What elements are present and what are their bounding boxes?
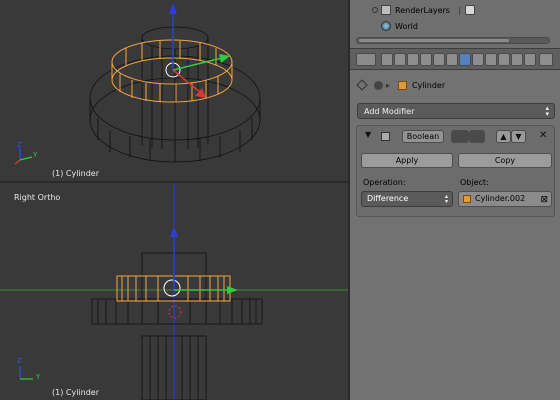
object-data-icon [374, 80, 383, 90]
show-render-button[interactable] [451, 130, 469, 143]
outliner-item-label: RenderLayers [395, 5, 450, 15]
move-up-button[interactable]: ▲ [496, 130, 511, 143]
separator: | [457, 5, 461, 15]
operation-label: Operation: [363, 178, 406, 187]
breadcrumb-object: Cylinder [412, 80, 446, 90]
close-icon[interactable]: ✕ [539, 130, 547, 141]
outliner[interactable]: RenderLayers | World [350, 0, 560, 48]
viewport-perspective[interactable]: Y Z (1) Cylinder [0, 0, 348, 181]
select-arrows-icon: ▴ ▾ [444, 193, 448, 205]
pivot-marker [168, 305, 182, 319]
render-layers-tab[interactable] [394, 53, 406, 66]
x-axis-handle [172, 69, 201, 93]
data-tab[interactable] [472, 53, 484, 66]
add-modifier-label: Add Modifier [364, 106, 415, 116]
modifier-name-field[interactable]: Boolean [402, 130, 444, 143]
texture-tab[interactable] [498, 53, 510, 66]
right-panel: RenderLayers | World ▸ Cylinder Add Modi… [348, 0, 560, 400]
ortho-base-wire [91, 298, 263, 325]
render-tab[interactable] [381, 53, 393, 66]
object-value: Cylinder.002 [475, 194, 526, 203]
breadcrumb: ▸ Cylinder [356, 78, 446, 92]
outliner-item[interactable]: World [350, 18, 560, 34]
perspective-wireframe [14, 3, 261, 165]
operation-select[interactable]: Difference ▴ ▾ [361, 191, 453, 207]
inner-cylinder-wire [141, 26, 209, 150]
copy-button[interactable]: Copy [458, 153, 552, 168]
overflow-tab[interactable] [539, 53, 553, 66]
properties-header [350, 48, 560, 70]
ortho-z-arrow [170, 226, 178, 237]
cube-icon [398, 80, 408, 90]
world-icon [381, 21, 391, 31]
axis-z-label: Z [17, 141, 22, 149]
axis-y-label-ortho: Y [36, 373, 41, 381]
object-field[interactable]: Cylinder.002 ⊠ [458, 191, 552, 207]
editor-type-button[interactable] [356, 53, 376, 66]
object-tab[interactable] [433, 53, 445, 66]
collapse-triangle-icon[interactable]: ▼ [365, 130, 371, 139]
dropdown-arrows-icon: ▴ ▾ [545, 104, 549, 118]
axis-gizmo [14, 148, 33, 165]
clear-field-icon[interactable]: ⊠ [540, 193, 548, 207]
apply-button[interactable]: Apply [361, 153, 453, 168]
particles-tab[interactable] [511, 53, 523, 66]
physics-tab[interactable] [524, 53, 536, 66]
pin-icon[interactable] [356, 79, 368, 91]
outliner-item-label: World [395, 21, 418, 31]
outliner-scrollbar[interactable] [356, 37, 550, 44]
constraints-tab[interactable] [446, 53, 458, 66]
breadcrumb-chevron-icon: ▸ [386, 80, 391, 90]
z-axis-arrow [169, 3, 177, 14]
world-tab[interactable] [420, 53, 432, 66]
ortho-y-arrow [227, 286, 238, 294]
move-down-button[interactable]: ▼ [511, 130, 526, 143]
axis-gizmo-ortho [19, 366, 33, 380]
modifiers-tab-wrench-icon[interactable] [459, 53, 471, 66]
outliner-item[interactable]: RenderLayers | [350, 2, 560, 18]
expand-toggle-icon[interactable] [372, 7, 378, 13]
3d-cursor-ortho [163, 279, 181, 297]
y-axis-arrow [219, 54, 230, 63]
modifier-header: ▼ Boolean ▲ ▼ ✕ [357, 126, 554, 146]
viewport-right-ortho[interactable]: Right Ortho Y Z (1) Cylinder [0, 183, 348, 400]
mesh-object-icon [463, 195, 471, 203]
boolean-modifier-icon [381, 132, 390, 141]
render-layers-icon [381, 5, 391, 15]
operation-value: Difference [367, 194, 409, 203]
scene-tab[interactable] [407, 53, 419, 66]
ortho-wireframe [0, 183, 348, 400]
object-name-label: (1) Cylinder [52, 169, 99, 178]
axis-y-label: Y [33, 151, 38, 159]
view-name-label: Right Ortho [14, 193, 61, 202]
axis-z-label-ortho: Z [17, 357, 22, 365]
object-label: Object: [460, 178, 489, 187]
scrollbar-thumb[interactable] [359, 39, 509, 42]
boolean-modifier-panel: ▼ Boolean ▲ ▼ ✕ Apply Copy Operation: Ob… [356, 125, 555, 217]
object-name-label-ortho: (1) Cylinder [52, 388, 99, 397]
add-modifier-dropdown[interactable]: Add Modifier ▴ ▾ [357, 103, 555, 119]
camera-icon[interactable] [464, 5, 475, 15]
show-viewport-button[interactable] [469, 130, 485, 143]
material-tab[interactable] [485, 53, 497, 66]
